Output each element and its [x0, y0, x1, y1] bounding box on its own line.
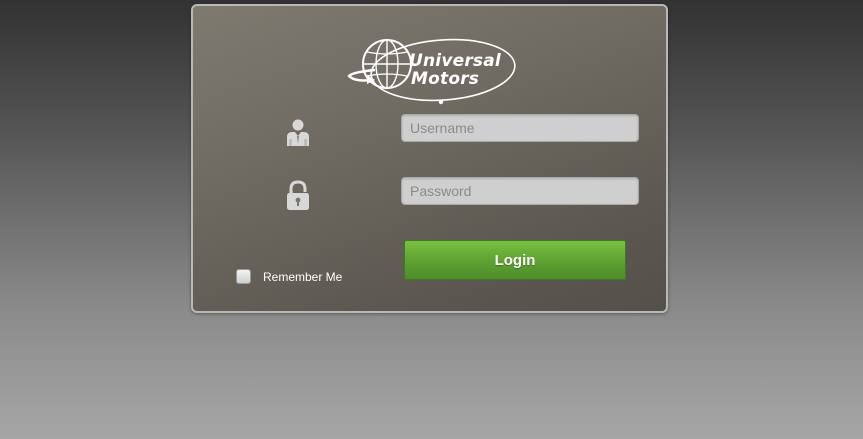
brand-logo: Universal Motors — [345, 34, 521, 106]
username-input[interactable] — [401, 114, 639, 142]
logo-text-line2: Motors — [411, 69, 480, 89]
remember-me-label[interactable]: Remember Me — [263, 270, 342, 284]
lock-icon — [285, 180, 311, 212]
user-icon — [285, 118, 311, 150]
password-input[interactable] — [401, 177, 639, 205]
login-panel: Universal Motors Login Remember Me — [191, 4, 668, 313]
remember-me-checkbox[interactable] — [236, 269, 251, 284]
login-button[interactable]: Login — [404, 240, 626, 280]
logo-text-line1: Universal — [409, 51, 501, 71]
